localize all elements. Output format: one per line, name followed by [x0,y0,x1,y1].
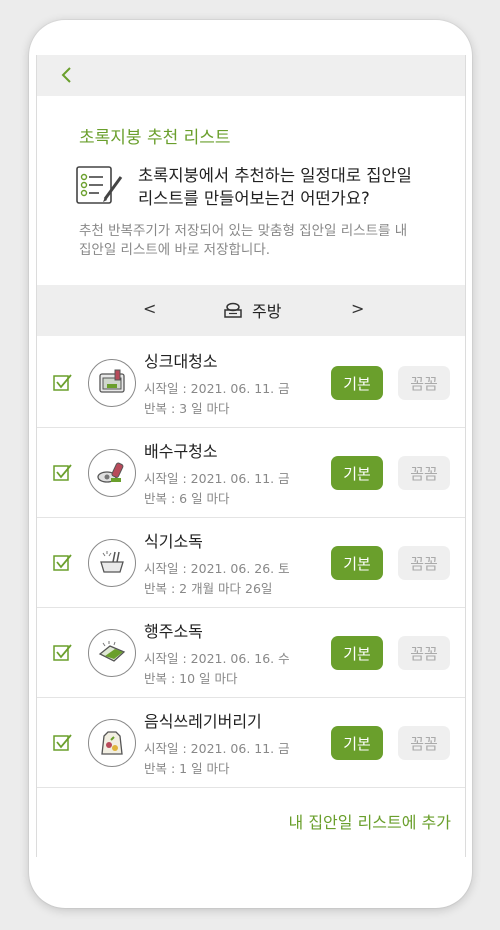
basic-button[interactable]: 기본 [331,726,383,760]
basic-button[interactable]: 기본 [331,636,383,670]
dishcloth-sanitize-icon [88,629,136,677]
checkbox-checked-icon[interactable] [53,734,73,752]
thorough-button[interactable]: 꼼꼼 [398,456,450,490]
category-selector: < 주방 > [37,285,465,336]
item-name: 행주소독 [144,622,203,641]
basic-button[interactable]: 기본 [331,366,383,400]
item-start-date: 시작일 : 2021. 06. 11. 금 [144,741,290,756]
category-name: 주방 [252,302,282,321]
item-repeat: 반복 : 3 일 마다 [144,401,230,416]
desc-line: 집안일 리스트에 바로 저장합니다. [79,242,271,258]
headline-line: 초록지붕에서 추천하는 일정대로 집안일 [138,166,412,185]
chevron-left-icon [61,67,71,83]
list-item: 음식쓰레기버리기 시작일 : 2021. 06. 11. 금 반복 : 1 일 … [37,698,465,788]
checkbox-checked-icon[interactable] [53,554,73,572]
category-label: 주방 [223,298,281,322]
item-name: 식기소독 [144,532,203,551]
item-repeat: 반복 : 6 일 마다 [144,491,230,506]
dish-sanitize-icon [88,539,136,587]
item-name: 배수구청소 [144,442,218,461]
item-start-date: 시작일 : 2021. 06. 11. 금 [144,471,290,486]
thorough-button[interactable]: 꼼꼼 [398,636,450,670]
food-waste-bag-icon [88,719,136,767]
page-title: 초록지붕 추천 리스트 [79,128,231,148]
list-item: 행주소독 시작일 : 2021. 06. 16. 수 반복 : 10 일 마다 … [37,608,465,698]
list-item: 배수구청소 시작일 : 2021. 06. 11. 금 반복 : 6 일 마다 … [37,428,465,518]
intro-description: 추천 반복주기가 저장되어 있는 맞춤형 집안일 리스트를 내 집안일 리스트에… [79,222,459,260]
stove-icon [224,302,242,318]
item-repeat: 반복 : 1 일 마다 [144,761,230,776]
app-screen: 초록지붕 추천 리스트 초록지붕에서 추천하는 일정대로 집안일 리스트를 만들… [36,55,466,857]
checkbox-checked-icon[interactable] [53,464,73,482]
item-name: 음식쓰레기버리기 [144,712,262,731]
item-repeat: 반복 : 2 개월 마다 26일 [144,581,273,596]
item-start-date: 시작일 : 2021. 06. 11. 금 [144,381,290,396]
headline-line: 리스트를 만들어보는건 어떤가요? [138,189,370,208]
item-name: 싱크대청소 [144,352,218,371]
thorough-button[interactable]: 꼼꼼 [398,366,450,400]
desc-line: 추천 반복주기가 저장되어 있는 맞춤형 집안일 리스트를 내 [79,223,408,239]
list-item: 싱크대청소 시작일 : 2021. 06. 11. 금 반복 : 3 일 마다 … [37,338,465,428]
checkbox-checked-icon[interactable] [53,644,73,662]
item-start-date: 시작일 : 2021. 06. 16. 수 [144,651,290,666]
top-bar [37,55,465,96]
add-to-my-list-button[interactable]: 내 집안일 리스트에 추가 [289,809,451,833]
list-item: 식기소독 시작일 : 2021. 06. 26. 토 반복 : 2 개월 마다 … [37,518,465,608]
checklist-pencil-icon [76,166,123,204]
back-button[interactable] [55,63,77,87]
item-start-date: 시작일 : 2021. 06. 26. 토 [144,561,290,576]
next-category-button[interactable]: > [351,299,364,318]
item-repeat: 반복 : 10 일 마다 [144,671,238,686]
drain-cleaning-icon [88,449,136,497]
thorough-button[interactable]: 꼼꼼 [398,546,450,580]
basic-button[interactable]: 기본 [331,546,383,580]
thorough-button[interactable]: 꼼꼼 [398,726,450,760]
checkbox-checked-icon[interactable] [53,374,73,392]
intro-headline: 초록지붕에서 추천하는 일정대로 집안일 리스트를 만들어보는건 어떤가요? [138,164,412,210]
sink-cleaning-icon [88,359,136,407]
basic-button[interactable]: 기본 [331,456,383,490]
prev-category-button[interactable]: < [143,299,156,318]
